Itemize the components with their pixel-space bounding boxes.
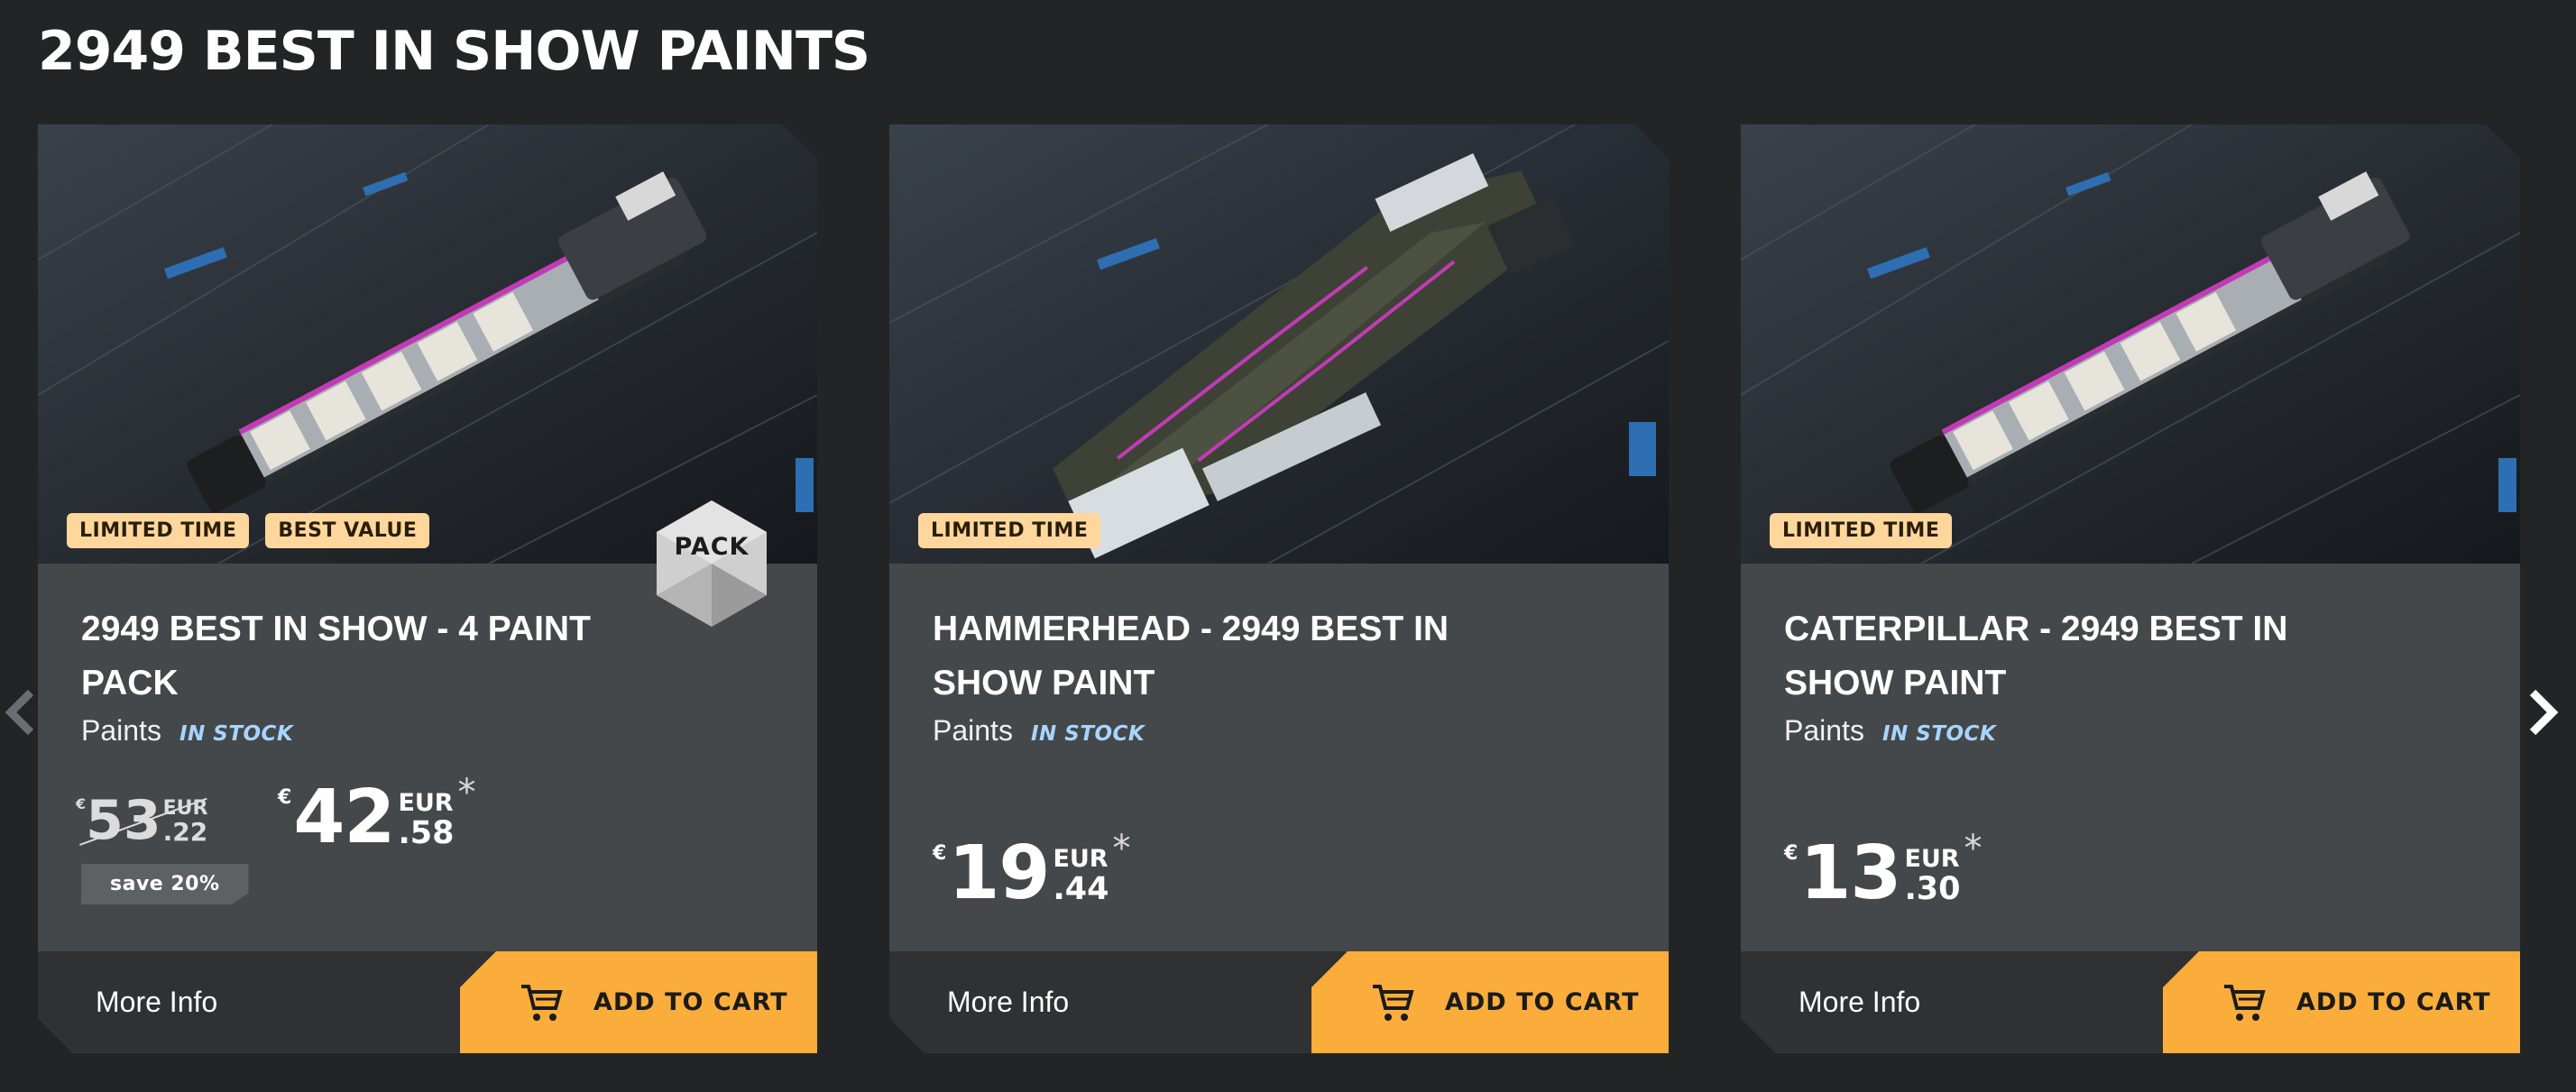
price-whole: 13 [1799,830,1901,916]
card-footer: More Info ADD TO CART [1741,951,2520,1053]
limited-time-badge: LIMITED TIME [918,513,1101,548]
stock-status: IN STOCK [1881,722,1997,746]
product-card[interactable]: LIMITED TIME BEST VALUE PACK 2949 BEST I… [38,124,817,1053]
product-title[interactable]: CATERPILLAR - 2949 BEST IN SHOW PAINT [1784,602,2325,711]
price-cents: .22 [162,817,208,847]
section-title: 2949 BEST IN SHOW PAINTS [38,20,870,83]
badge-group: LIMITED TIME [1770,513,1953,548]
product-title[interactable]: 2949 BEST IN SHOW - 4 PAINT PACK [81,602,622,711]
card-footer: More Info ADD TO CART [889,951,1669,1053]
cart-icon [1373,984,1414,1021]
price-cents: .44 [1053,871,1109,907]
currency-code: EUR [1053,845,1109,873]
add-to-cart-label: ADD TO CART [593,988,788,1016]
product-card[interactable]: LIMITED TIME CATERPILLAR - 2949 BEST IN … [1741,124,2520,1053]
more-info-link[interactable]: More Info [96,951,217,1053]
stock-status: IN STOCK [1030,722,1145,746]
sale-price: € 42 EUR * .58 [278,775,475,860]
ship-image-caterpillar[interactable]: LIMITED TIME BEST VALUE [38,124,817,564]
limited-time-badge: LIMITED TIME [67,513,250,548]
more-info-link[interactable]: More Info [947,951,1069,1053]
cart-icon [2224,984,2266,1021]
price-asterisk: * [457,772,476,813]
product-card[interactable]: LIMITED TIME HAMMERHEAD - 2949 BEST IN S… [889,124,1669,1053]
currency-code: EUR [1904,845,1960,873]
badge-group: LIMITED TIME BEST VALUE [67,513,430,548]
price-whole: 53 [86,789,161,852]
currency-code: EUR [162,797,208,820]
currency-code: EUR [398,789,454,817]
currency-symbol: € [76,795,87,812]
add-to-cart-button[interactable]: ADD TO CART [2163,951,2520,1053]
product-carousel: LIMITED TIME BEST VALUE PACK 2949 BEST I… [0,124,2576,1053]
currency-symbol: € [933,842,947,865]
chevron-right-icon[interactable] [2525,684,2562,741]
sale-price: € 13 EUR * .30 [1784,830,1982,916]
category-label: Paints [81,714,161,747]
sale-price: € 19 EUR * .44 [933,830,1130,916]
price-asterisk: * [1112,828,1131,869]
stock-status: IN STOCK [179,722,294,746]
add-to-cart-label: ADD TO CART [1445,988,1640,1016]
more-info-link[interactable]: More Info [1799,951,1920,1053]
limited-time-badge: LIMITED TIME [1770,513,1953,548]
currency-symbol: € [1784,842,1799,865]
price-whole: 42 [293,775,395,860]
save-badge: save 20% [81,864,249,904]
price-cents: .58 [398,815,455,851]
price-whole: 19 [948,830,1050,916]
price-cents: .30 [1904,871,1961,907]
best-value-badge: BEST VALUE [265,513,430,548]
card-footer: More Info ADD TO CART [38,951,817,1053]
add-to-cart-label: ADD TO CART [2296,988,2491,1016]
original-price: € 53 EUR .22 [76,792,207,849]
currency-symbol: € [278,786,292,809]
ship-image-hammerhead[interactable]: LIMITED TIME [889,124,1669,564]
ship-image-caterpillar[interactable]: LIMITED TIME [1741,124,2520,564]
product-title[interactable]: HAMMERHEAD - 2949 BEST IN SHOW PAINT [933,602,1474,711]
category-label: Paints [933,714,1013,747]
badge-group: LIMITED TIME [918,513,1101,548]
add-to-cart-button[interactable]: ADD TO CART [460,951,817,1053]
price-asterisk: * [1964,828,1983,869]
cart-icon [521,984,563,1021]
pack-label: PACK [674,533,750,561]
chevron-left-icon[interactable] [2,684,38,741]
add-to-cart-button[interactable]: ADD TO CART [1311,951,1669,1053]
category-label: Paints [1784,714,1864,747]
